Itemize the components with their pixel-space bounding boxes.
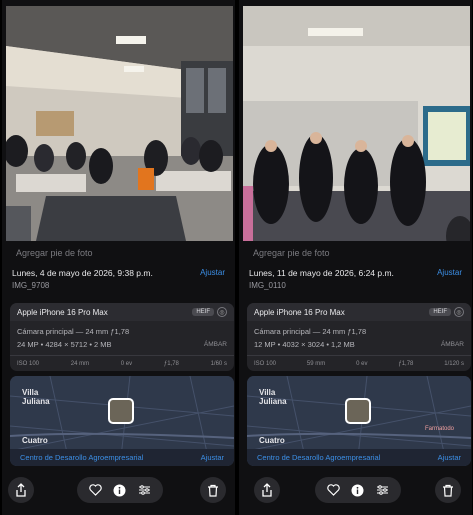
format-badge: HEIF [192, 308, 214, 316]
location-map[interactable]: Villa Juliana Cuatro Farmatodo Centro de… [247, 376, 471, 466]
photo-filename: IMG_0110 [249, 281, 286, 290]
adjust-date-button[interactable]: Ajustar [437, 268, 462, 278]
adjust-location-button[interactable]: Ajustar [201, 453, 224, 462]
exif-focal: 24 mm [70, 360, 90, 367]
heart-icon[interactable] [327, 484, 340, 496]
info-icon[interactable] [351, 484, 364, 497]
info-icon[interactable] [113, 484, 126, 497]
location-name[interactable]: Centro de Desarollo Agroempresarial [20, 453, 143, 462]
adjust-date-button[interactable]: Ajustar [200, 268, 225, 278]
action-pill [315, 477, 401, 503]
format-badge: HEIF [429, 308, 451, 316]
caption-placeholder[interactable]: Agregar pie de foto [253, 248, 330, 258]
exif-iso: ISO 100 [254, 360, 277, 367]
exif-shutter: 1/60 s [210, 360, 227, 367]
photo-filename: IMG_9708 [12, 281, 50, 290]
photo-metadata: Lunes, 11 de mayo de 2026, 6:24 p.m. Aju… [239, 268, 472, 290]
image-specs: 12 MP • 4032 × 3024 • 1,2 MB [254, 340, 355, 349]
map-label-other: Cuatro [22, 436, 48, 445]
exif-iso: ISO 100 [17, 360, 40, 367]
location-name[interactable]: Centro de Desarollo Agroempresarial [257, 453, 380, 462]
photo-location-pin[interactable] [345, 398, 371, 424]
trash-icon [443, 484, 453, 497]
exif-aperture: ƒ1,78 [163, 360, 179, 367]
exif-ev: 0 ev [120, 360, 133, 367]
share-button[interactable] [8, 477, 34, 503]
device-name: Apple iPhone 16 Pro Max [17, 307, 108, 317]
adjust-location-button[interactable]: Ajustar [438, 453, 461, 462]
photo-info-panel-right: Agregar pie de foto Lunes, 11 de mayo de… [239, 0, 472, 515]
delete-button[interactable] [200, 477, 226, 503]
share-icon [262, 483, 272, 497]
camera-lens-line: Cámara principal — 24 mm ƒ1,78 [17, 327, 130, 336]
share-button[interactable] [254, 477, 280, 503]
delete-button[interactable] [435, 477, 461, 503]
exif-row: ISO 100 24 mm 0 ev ƒ1,78 1/60 s [10, 355, 234, 371]
photo-datetime: Lunes, 11 de mayo de 2026, 6:24 p.m. [249, 268, 394, 278]
map-label-area: Villa Juliana [22, 388, 50, 406]
action-pill [77, 477, 163, 503]
device-name: Apple iPhone 16 Pro Max [254, 307, 345, 317]
trash-icon [208, 484, 218, 497]
color-profile: ÁMBAR [203, 341, 227, 348]
exif-shutter: 1/120 s [444, 360, 464, 367]
image-specs: 24 MP • 4284 × 5712 • 2 MB [17, 340, 112, 349]
photo-classroom[interactable] [6, 6, 233, 241]
camera-lens-line: Cámara principal — 24 mm ƒ1,78 [254, 327, 367, 336]
map-label-other: Cuatro [259, 436, 285, 445]
photo-metadata: Lunes, 4 de mayo de 2026, 9:38 p.m. Ajus… [2, 268, 235, 290]
photo-datetime: Lunes, 4 de mayo de 2026, 9:38 p.m. [12, 268, 153, 278]
map-poi-label: Farmatodo [425, 426, 455, 432]
location-map[interactable]: Villa Juliana Cuatro Centro de Desarollo… [10, 376, 234, 466]
live-icon: ◎ [454, 307, 464, 317]
exif-row: ISO 100 59 mm 0 ev ƒ1,78 1/120 s [247, 355, 471, 371]
photo-info-panel-left: Agregar pie de foto Lunes, 4 de mayo de … [2, 0, 235, 515]
photo-location-pin[interactable] [108, 398, 134, 424]
camera-info-card: Apple iPhone 16 Pro Max HEIF ◎ Cámara pr… [10, 303, 234, 371]
caption-placeholder[interactable]: Agregar pie de foto [16, 248, 93, 258]
heart-icon[interactable] [89, 484, 102, 496]
adjust-icon[interactable] [138, 484, 151, 496]
exif-aperture: ƒ1,78 [398, 360, 414, 367]
share-icon [16, 483, 26, 497]
photo-group[interactable] [243, 6, 470, 241]
exif-focal: 59 mm [306, 360, 326, 367]
camera-info-card: Apple iPhone 16 Pro Max HEIF ◎ Cámara pr… [247, 303, 471, 371]
color-profile: ÁMBAR [440, 341, 464, 348]
live-icon: ◎ [217, 307, 227, 317]
adjust-icon[interactable] [376, 484, 389, 496]
exif-ev: 0 ev [356, 360, 368, 367]
map-label-area: Villa Juliana [259, 388, 287, 406]
